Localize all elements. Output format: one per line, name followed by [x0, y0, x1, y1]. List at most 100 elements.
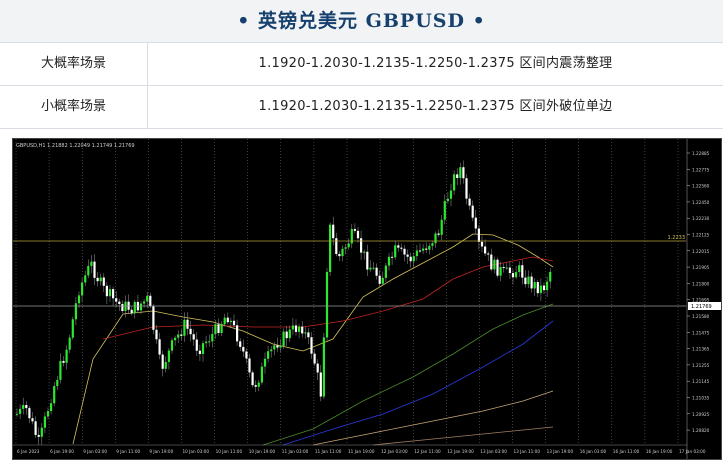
candle-body — [474, 217, 477, 229]
candle-body — [344, 247, 347, 249]
ma-fast-line — [72, 233, 554, 445]
candle-body — [167, 350, 170, 363]
candle-body — [251, 372, 254, 386]
candle-body — [96, 277, 99, 282]
candle-body — [412, 256, 415, 262]
candle-body — [205, 341, 208, 344]
candle-body — [456, 174, 459, 178]
candle-body — [155, 329, 158, 340]
candle-body — [437, 233, 440, 235]
level-label: 1.2233 — [668, 235, 686, 241]
candle-body — [459, 167, 462, 178]
candle-body — [304, 332, 307, 334]
price-tick-label: 1.21365 — [692, 347, 710, 352]
candle-body — [394, 245, 397, 258]
candle-body — [332, 224, 335, 239]
time-tick-label: 9 Jan 19:00 — [149, 449, 173, 454]
candle-body — [15, 413, 19, 415]
candle-body — [533, 282, 536, 289]
candle-body — [105, 285, 108, 297]
candle-body — [294, 325, 298, 332]
candle-body — [338, 253, 341, 257]
candle-body — [59, 360, 62, 380]
candle-body — [285, 331, 288, 339]
time-tick-label: 9 Jan 03:00 — [83, 449, 107, 454]
candle-body — [31, 418, 34, 422]
candle-body — [301, 326, 304, 334]
candle-body — [50, 403, 53, 412]
candle-body — [418, 250, 422, 252]
scenario-label: 小概率场景 — [0, 86, 148, 128]
candle-body — [316, 363, 319, 373]
candle-body — [121, 304, 124, 312]
time-tick-label: 16 Jan 11:00 — [613, 449, 640, 454]
candle-body — [99, 277, 102, 282]
candle-body — [356, 230, 360, 239]
price-tick-label: 1.22015 — [692, 249, 710, 254]
candle-body — [375, 267, 378, 276]
candle-body — [542, 285, 546, 291]
candle-body — [270, 349, 273, 352]
candle-body — [524, 277, 527, 285]
price-tick-label: 1.22560 — [692, 184, 710, 189]
candle-body — [363, 251, 366, 253]
candle-body — [279, 346, 282, 348]
candle-body — [161, 354, 164, 369]
ma-tan1-line — [312, 390, 554, 446]
price-tick-label: 1.22450 — [692, 200, 710, 205]
candle-body — [28, 408, 31, 419]
candle-body — [530, 276, 533, 289]
time-axis-ticks: 6 Jan 2023 6 Jan 19:00 9 Jan 03:00 9 Jan 11… — [17, 449, 706, 454]
time-tick-label: 11 Jan 19:00 — [348, 449, 375, 454]
candle-body — [465, 178, 468, 199]
candle-body — [170, 340, 174, 351]
candle-body — [139, 303, 143, 311]
candle-body — [53, 386, 56, 404]
candle-body — [68, 337, 71, 350]
candle-body — [112, 289, 115, 299]
candle-body — [177, 334, 180, 338]
price-tick-label: 1.22885 — [692, 151, 710, 156]
time-tick-label: 10 Jan 03:00 — [183, 449, 210, 454]
candle-body — [291, 325, 294, 330]
price-tick-label: 1.21145 — [692, 379, 710, 384]
candle-body — [381, 277, 384, 284]
candle-body — [62, 360, 65, 363]
candle-body — [19, 408, 22, 414]
candle-body — [347, 243, 350, 248]
candle-body — [493, 259, 496, 270]
candle-body — [403, 248, 406, 255]
price-tick-label: 1.21800 — [692, 281, 710, 286]
candle-body — [146, 295, 149, 302]
candle-body — [546, 281, 549, 291]
candle-body — [518, 265, 521, 273]
candle-body — [319, 372, 322, 397]
candle-body — [369, 267, 372, 270]
price-tick-label: 1.22775 — [692, 167, 710, 172]
price-tick-label: 1.21905 — [692, 265, 710, 270]
candle-body — [220, 324, 223, 334]
time-tick-label: 11 Jan 03:00 — [282, 449, 309, 454]
candle-body — [310, 337, 313, 354]
candle-body — [515, 272, 518, 278]
candle-body — [276, 345, 279, 348]
time-tick-label: 6 Jan 2023 — [17, 449, 40, 454]
time-tick-label: 6 Jan 19:00 — [50, 449, 74, 454]
candle-body — [539, 285, 542, 294]
time-tick-label: 11 Jan 11:00 — [315, 449, 342, 454]
candle-body — [46, 411, 50, 417]
candle-body — [22, 404, 25, 409]
candle-body — [186, 319, 189, 329]
candle-body — [288, 329, 291, 339]
candle-body — [434, 233, 437, 244]
candle-body — [214, 324, 217, 334]
candle-body — [477, 228, 480, 242]
title-bar: • 英镑兑美元 GBPUSD • — [0, 0, 723, 43]
candle-body — [133, 301, 136, 314]
candle-body — [462, 167, 465, 179]
candle-body — [480, 241, 484, 247]
candle-body — [490, 254, 493, 270]
candle-body — [273, 345, 276, 350]
price-chart[interactable]: GBPUSD,H1 1.21882 1.22049 1.21749 1.2176… — [12, 138, 722, 460]
candle-body — [378, 275, 381, 284]
